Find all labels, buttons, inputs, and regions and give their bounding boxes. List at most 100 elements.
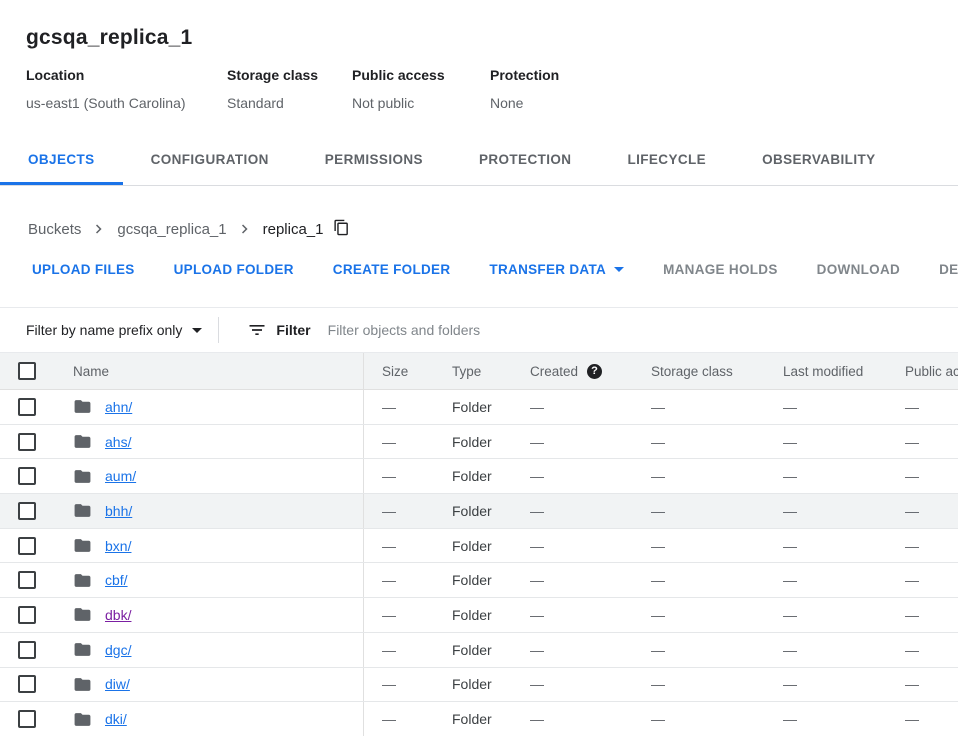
table-header-row: Name Size Type Created ? Storage class L… [0,353,958,390]
table-row: ahn/ — Folder — — — — [0,390,958,425]
last-modified-cell: — [775,642,895,658]
storage-class-cell: — [640,399,775,415]
last-modified-cell: — [775,503,895,519]
created-cell: — [520,642,640,658]
button-label: UPLOAD FILES [32,262,135,277]
last-modified-cell: — [775,711,895,727]
folder-icon [73,571,92,590]
type-cell: Folder [440,434,520,450]
storage-class-cell: — [640,711,775,727]
meta-public-access: Public access Not public [352,67,490,111]
created-cell: — [520,572,640,588]
folder-link[interactable]: ahn/ [105,399,132,415]
name-cell: aum/ [55,467,363,486]
meta-value: Standard [227,95,352,111]
button-label: UPLOAD FOLDER [174,262,294,277]
type-cell: Folder [440,399,520,415]
size-cell: — [363,459,440,493]
tab-observability[interactable]: OBSERVABILITY [734,137,903,185]
filter-bar: Filter by name prefix only Filter [0,307,958,353]
meta-storage-class: Storage class Standard [227,67,352,111]
button-label: TRANSFER DATA [489,262,606,277]
table-row: dgc/ — Folder — — — — [0,633,958,668]
folder-link[interactable]: ahs/ [105,434,131,450]
row-checkbox[interactable] [18,710,36,728]
meta-label: Public access [352,67,490,83]
created-cell: — [520,399,640,415]
row-checkbox[interactable] [18,433,36,451]
name-cell: bxn/ [55,536,363,555]
breadcrumb-buckets[interactable]: Buckets [28,221,81,238]
bucket-meta: Location us-east1 (South Carolina) Stora… [26,67,958,111]
storage-class-cell: — [640,572,775,588]
button-label: MANAGE HOLDS [663,262,778,277]
type-cell: Folder [440,468,520,484]
delete-button[interactable]: DELETE [939,262,958,277]
row-checkbox[interactable] [18,537,36,555]
folder-link[interactable]: cbf/ [105,572,128,588]
folder-link[interactable]: diw/ [105,676,130,692]
tab-protection[interactable]: PROTECTION [451,137,600,185]
folder-link[interactable]: dgc/ [105,642,131,658]
create-folder-button[interactable]: CREATE FOLDER [333,262,451,277]
row-checkbox[interactable] [18,398,36,416]
header-size: Size [363,353,440,389]
name-cell: ahs/ [55,432,363,451]
filter-input[interactable] [328,322,628,338]
folder-link[interactable]: aum/ [105,468,136,484]
filter-scope-dropdown[interactable]: Filter by name prefix only [26,322,202,338]
header-storage-class: Storage class [640,364,775,379]
folder-link[interactable]: bxn/ [105,538,131,554]
tab-configuration[interactable]: CONFIGURATION [123,137,297,185]
folder-link[interactable]: dki/ [105,711,127,727]
row-checkbox[interactable] [18,641,36,659]
table-row: bxn/ — Folder — — — — [0,529,958,564]
type-cell: Folder [440,503,520,519]
column-label: Storage class [651,364,733,379]
tab-lifecycle[interactable]: LIFECYCLE [599,137,734,185]
object-actions-toolbar: UPLOAD FILES UPLOAD FOLDER CREATE FOLDER… [0,251,958,287]
folder-link[interactable]: bhh/ [105,503,132,519]
breadcrumb-current-folder: replica_1 [263,221,324,238]
table-row: bhh/ — Folder — — — — [0,494,958,529]
created-cell: — [520,676,640,692]
bucket-details-page: gcsqa_replica_1 Location us-east1 (South… [0,0,958,736]
size-cell: — [363,563,440,597]
meta-value: Not public [352,95,490,111]
last-modified-cell: — [775,607,895,623]
row-checkbox-cell [0,606,55,624]
help-icon[interactable]: ? [587,364,602,379]
upload-files-button[interactable]: UPLOAD FILES [32,262,135,277]
download-button[interactable]: DOWNLOAD [817,262,900,277]
type-cell: Folder [440,607,520,623]
tab-permissions[interactable]: PERMISSIONS [297,137,451,185]
copy-path-button[interactable] [333,219,350,239]
select-all-checkbox[interactable] [18,362,36,380]
tab-objects[interactable]: OBJECTS [0,137,123,185]
row-checkbox[interactable] [18,502,36,520]
breadcrumb-bucket-name[interactable]: gcsqa_replica_1 [117,221,226,238]
type-cell: Folder [440,642,520,658]
public-access-cell: — [895,572,958,588]
storage-class-cell: — [640,538,775,554]
type-cell: Folder [440,711,520,727]
manage-holds-button[interactable]: MANAGE HOLDS [663,262,778,277]
upload-folder-button[interactable]: UPLOAD FOLDER [174,262,294,277]
storage-class-cell: — [640,676,775,692]
header-public-access: Public access [895,364,958,379]
row-checkbox[interactable] [18,675,36,693]
folder-link[interactable]: dbk/ [105,607,131,623]
row-checkbox[interactable] [18,467,36,485]
created-cell: — [520,607,640,623]
row-checkbox[interactable] [18,606,36,624]
filter-list-icon [247,320,267,340]
folder-icon [73,397,92,416]
folder-icon [73,501,92,520]
size-cell: — [363,390,440,424]
name-cell: ahn/ [55,397,363,416]
row-checkbox-cell [0,710,55,728]
button-label: DELETE [939,262,958,277]
row-checkbox[interactable] [18,571,36,589]
transfer-data-button[interactable]: TRANSFER DATA [489,262,624,277]
size-cell: — [363,633,440,667]
